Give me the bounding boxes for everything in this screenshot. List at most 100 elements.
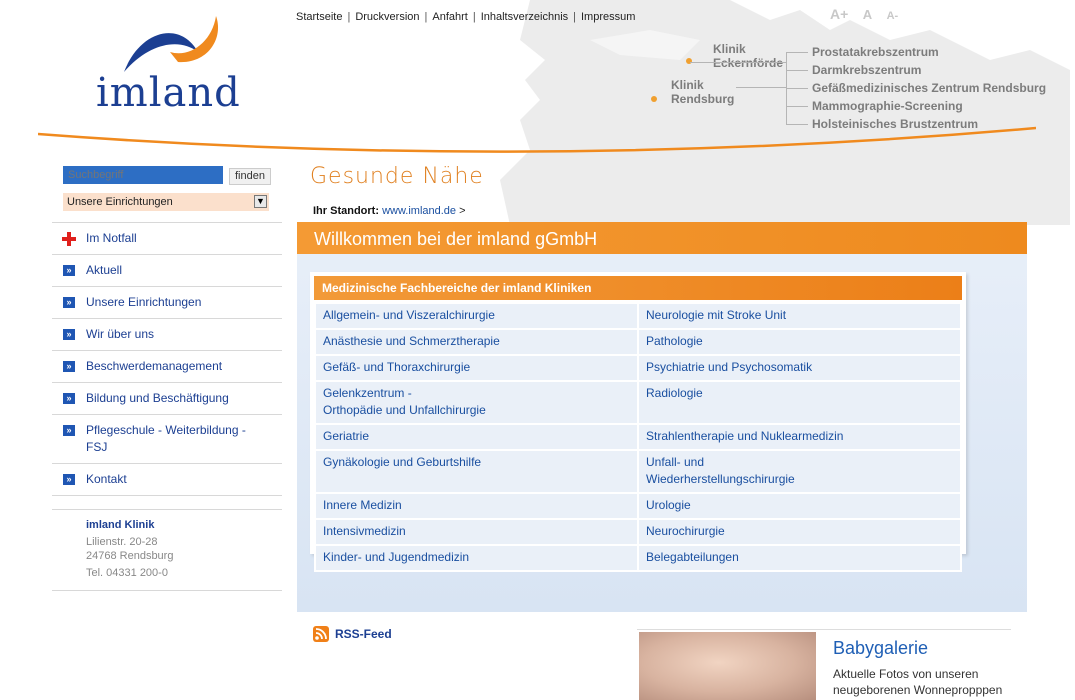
- nav-anfahrt[interactable]: Anfahrt: [432, 11, 467, 23]
- department-link[interactable]: Gelenkzentrum - Orthopädie und Unfallchi…: [323, 386, 486, 417]
- sidebar-item-notfall[interactable]: Im Notfall: [52, 222, 282, 254]
- header: imland Startseite | Druckversion | Anfahrt | I…: [0, 0, 1075, 225]
- departments-table: Allgemein- und Viszeralchirurgie Neurolog…: [314, 302, 962, 572]
- connector-line: [786, 88, 808, 89]
- top-navigation: Startseite | Druckversion | Anfahrt | Inhaltsv…: [296, 11, 636, 23]
- department-link[interactable]: Belegabteilungen: [646, 550, 739, 564]
- sidebar-item-ueber-uns[interactable]: » Wir über uns: [52, 318, 282, 350]
- nav-druckversion[interactable]: Druckversion: [355, 11, 419, 23]
- double-arrow-icon: »: [63, 474, 75, 485]
- logo[interactable]: imland: [96, 70, 241, 116]
- sidebar-item-einrichtungen[interactable]: » Unsere Einrichtungen: [52, 286, 282, 318]
- baby-gallery-title[interactable]: Babygalerie: [833, 638, 928, 659]
- table-row: Kinder- und Jugendmedizin Belegabteilunge…: [314, 544, 962, 572]
- table-row: Anästhesie und Schmerztherapie Pathologie: [314, 328, 962, 356]
- department-link[interactable]: Psychiatrie und Psychosomatik: [646, 360, 812, 374]
- facility-select-value: Unsere Einrichtungen: [67, 196, 173, 208]
- search-button[interactable]: finden: [229, 168, 271, 185]
- double-arrow-icon: »: [63, 425, 75, 436]
- sidebar-item-label: Pflegeschule - Weiterbildung - FSJ: [86, 423, 246, 454]
- baby-photo[interactable]: [639, 632, 816, 700]
- center-darmkrebszentrum[interactable]: Darmkrebszentrum: [812, 63, 921, 77]
- department-link[interactable]: Neurologie mit Stroke Unit: [646, 308, 786, 322]
- page-title: Willkommen bei der imland gGmbH: [314, 229, 598, 249]
- page-title-bar: Willkommen bei der imland gGmbH: [297, 222, 1027, 254]
- font-increase-button[interactable]: A+: [830, 6, 848, 22]
- rss-icon[interactable]: [313, 626, 329, 642]
- breadcrumb: Ihr Standort: www.imland.de >: [313, 205, 466, 217]
- sidebar-item-pflegeschule[interactable]: » Pflegeschule - Weiterbildung - FSJ: [52, 414, 282, 463]
- department-link[interactable]: Gefäß- und Thoraxchirurgie: [323, 360, 470, 374]
- nav-impressum[interactable]: Impressum: [581, 11, 635, 23]
- department-link[interactable]: Strahlentherapie und Nuklearmedizin: [646, 429, 843, 443]
- font-decrease-button[interactable]: A-: [887, 10, 899, 22]
- double-arrow-icon: »: [63, 329, 75, 340]
- table-row: Allgemein- und Viszeralchirurgie Neurolog…: [314, 302, 962, 330]
- connector-line: [786, 106, 808, 107]
- sidebar-item-label: Wir über uns: [86, 327, 155, 341]
- map-background: [500, 0, 1070, 225]
- department-link[interactable]: Allgemein- und Viszeralchirurgie: [323, 308, 495, 322]
- center-gefaessmedizin[interactable]: Gefäßmedizinisches Zentrum Rendsburg: [812, 81, 1046, 95]
- sidebar-nav: Im Notfall » Aktuell » Unsere Einrichtunge…: [52, 222, 282, 496]
- header-arc: [38, 126, 1036, 153]
- department-link[interactable]: Kinder- und Jugendmedizin: [323, 550, 469, 564]
- sidebar-item-aktuell[interactable]: » Aktuell: [52, 254, 282, 286]
- sidebar-item-kontakt[interactable]: » Kontakt: [52, 463, 282, 496]
- font-size-controls: A+ A A-: [830, 6, 908, 24]
- double-arrow-icon: »: [63, 393, 75, 404]
- connector-line: [690, 62, 786, 63]
- breadcrumb-separator: >: [459, 205, 466, 217]
- table-row: Gelenkzentrum - Orthopädie und Unfallchi…: [314, 380, 962, 425]
- department-link[interactable]: Pathologie: [646, 334, 703, 348]
- clinic-rendsburg[interactable]: Klinik Rendsburg: [671, 78, 734, 106]
- clinic-marker-rendsburg: [651, 96, 657, 102]
- font-normal-button[interactable]: A: [863, 7, 872, 22]
- chevron-down-icon: ▼: [254, 195, 267, 208]
- department-link[interactable]: Neurochirurgie: [646, 524, 725, 538]
- facility-select[interactable]: Unsere Einrichtungen ▼: [63, 193, 269, 211]
- nav-startseite[interactable]: Startseite: [296, 11, 342, 23]
- table-row: Gynäkologie und Geburtshilfe Unfall- und …: [314, 449, 962, 494]
- connector-line: [786, 52, 808, 53]
- department-link[interactable]: Gynäkologie und Geburtshilfe: [323, 455, 481, 469]
- department-link[interactable]: Radiologie: [646, 386, 703, 400]
- department-link[interactable]: Urologie: [646, 498, 691, 512]
- address-street: Lilienstr. 20-28: [86, 536, 158, 548]
- panel-title: Medizinische Fachbereiche der imland Kli…: [314, 276, 962, 300]
- connector-line: [786, 70, 808, 71]
- address-city: 24768 Rendsburg: [86, 550, 174, 562]
- baby-gallery-text: Aktuelle Fotos von unseren neugeborenen …: [833, 667, 1003, 697]
- sidebar-item-bildung[interactable]: » Bildung und Beschäftigung: [52, 382, 282, 414]
- clinic-eckernfoerde[interactable]: Klinik Eckernförde: [713, 42, 783, 70]
- department-link[interactable]: Intensivmedizin: [323, 524, 406, 538]
- table-row: Intensivmedizin Neurochirurgie: [314, 518, 962, 546]
- double-arrow-icon: »: [63, 265, 75, 276]
- table-row: Geriatrie Strahlentherapie und Nuklearmed…: [314, 423, 962, 451]
- connector-line: [736, 87, 786, 88]
- department-link[interactable]: Geriatrie: [323, 429, 369, 443]
- department-link[interactable]: Unfall- und Wiederherstellungschirurgie: [646, 455, 795, 486]
- nav-inhaltsverzeichnis[interactable]: Inhaltsverzeichnis: [481, 11, 568, 23]
- breadcrumb-label: Ihr Standort:: [313, 205, 379, 217]
- rss-feed-link[interactable]: RSS-Feed: [335, 627, 392, 641]
- search-input[interactable]: [63, 166, 223, 184]
- center-mammographie[interactable]: Mammographie-Screening: [812, 99, 963, 113]
- clinic-marker-eckernfoerde: [686, 58, 692, 64]
- sidebar-item-beschwerde[interactable]: » Beschwerdemanagement: [52, 350, 282, 382]
- address-phone: Tel. 04331 200-0: [86, 567, 168, 579]
- sidebar-item-label: Beschwerdemanagement: [86, 359, 223, 373]
- department-link[interactable]: Anästhesie und Schmerztherapie: [323, 334, 500, 348]
- address-block: imland Klinik Lilienstr. 20-28 24768 Ren…: [52, 509, 282, 591]
- address-name: imland Klinik: [86, 519, 155, 531]
- breadcrumb-home-link[interactable]: www.imland.de: [382, 205, 456, 217]
- sidebar-item-label: Kontakt: [86, 472, 127, 486]
- department-link[interactable]: Innere Medizin: [323, 498, 402, 512]
- sidebar-item-label: Bildung und Beschäftigung: [86, 391, 229, 405]
- divider: [637, 629, 1011, 630]
- table-row: Gefäß- und Thoraxchirurgie Psychiatrie un…: [314, 354, 962, 382]
- slogan: Gesunde Nähe: [310, 164, 484, 189]
- center-prostatakrebszentrum[interactable]: Prostatakrebszentrum: [812, 45, 939, 59]
- departments-panel: Medizinische Fachbereiche der imland Kli…: [310, 272, 966, 572]
- sidebar-item-label: Aktuell: [86, 263, 123, 277]
